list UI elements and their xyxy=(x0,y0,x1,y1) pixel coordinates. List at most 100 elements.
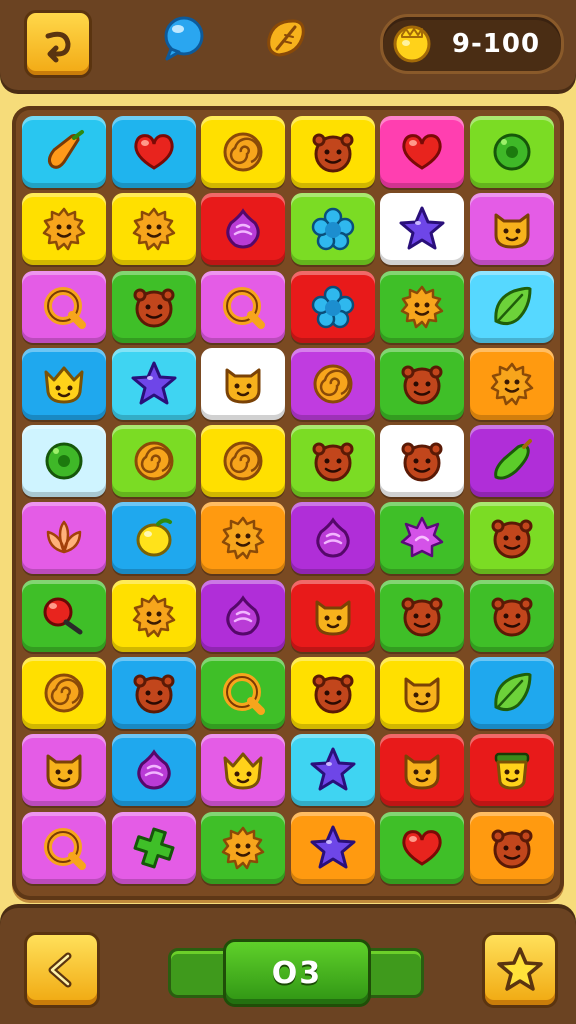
cat-face-icon xyxy=(404,754,440,790)
star-icon xyxy=(131,361,177,405)
leaf-button[interactable] xyxy=(262,14,310,62)
score-display: 9-100 xyxy=(380,14,564,74)
tile-r2-c1[interactable] xyxy=(22,193,106,266)
tile-r9-c2[interactable] xyxy=(111,734,196,807)
tile-r3-c2[interactable] xyxy=(111,270,196,343)
swirl-icon xyxy=(44,673,84,713)
cherry-icon xyxy=(43,597,83,635)
back-button[interactable] xyxy=(24,932,100,1008)
star-icon xyxy=(310,747,356,791)
tile-r2-c2[interactable] xyxy=(111,193,196,266)
tile-r1-c2[interactable] xyxy=(111,116,196,188)
tile-r9-c3[interactable] xyxy=(201,734,286,807)
monster-icon xyxy=(491,519,533,559)
tile-r8-c3[interactable] xyxy=(201,657,286,730)
tile-r10-c2[interactable] xyxy=(111,811,196,884)
leaf-icon xyxy=(267,19,305,57)
tile-r9-c1[interactable] xyxy=(22,734,106,807)
tile-r5-c2[interactable] xyxy=(111,425,196,498)
level-badge[interactable]: O3 xyxy=(223,939,371,1007)
tile-r7-c3[interactable] xyxy=(201,579,286,652)
sun-face-icon xyxy=(221,517,265,560)
tile-r1-c4[interactable] xyxy=(290,116,375,188)
tile-r10-c3[interactable] xyxy=(201,811,286,884)
heart-icon xyxy=(133,134,174,170)
tile-r3-c3[interactable] xyxy=(201,270,286,343)
tile-r5-c3[interactable] xyxy=(201,425,286,498)
tile-r8-c1[interactable] xyxy=(22,657,106,730)
tile-r4-c1[interactable] xyxy=(22,347,106,420)
tile-r5-c5[interactable] xyxy=(380,425,465,498)
tile-r7-c1[interactable] xyxy=(22,579,106,652)
monster-icon xyxy=(491,829,533,869)
tile-r8-c4[interactable] xyxy=(290,657,375,730)
tile-grid xyxy=(22,116,554,890)
tile-r8-c5[interactable] xyxy=(380,657,465,730)
tile-r4-c4[interactable] xyxy=(290,347,375,420)
tile-r6-c3[interactable] xyxy=(201,502,286,575)
tile-r3-c4[interactable] xyxy=(290,270,375,343)
tile-r6-c5[interactable] xyxy=(380,502,465,575)
tile-r10-c1[interactable] xyxy=(22,811,106,884)
tile-r7-c2[interactable] xyxy=(111,579,196,652)
tile-r4-c2[interactable] xyxy=(111,347,196,420)
carrot-icon xyxy=(47,130,84,169)
tile-r5-c6[interactable] xyxy=(469,425,554,498)
tile-r7-c4[interactable] xyxy=(290,579,375,652)
tile-r2-c5[interactable] xyxy=(380,193,465,266)
monster-icon xyxy=(401,365,443,405)
tile-r3-c1[interactable] xyxy=(22,270,106,343)
donut-icon xyxy=(493,133,531,171)
lemon-icon xyxy=(136,518,172,557)
tile-r8-c6[interactable] xyxy=(469,657,554,730)
monster-icon xyxy=(312,442,354,482)
tile-r4-c3[interactable] xyxy=(201,347,286,420)
tile-r1-c3[interactable] xyxy=(201,116,286,188)
crown-face-icon xyxy=(223,752,263,790)
tile-r2-c4[interactable] xyxy=(290,193,375,266)
monster-icon xyxy=(401,442,443,482)
tile-r4-c6[interactable] xyxy=(469,347,554,420)
menu-button[interactable] xyxy=(24,10,92,78)
tile-r6-c2[interactable] xyxy=(111,502,196,575)
tile-r8-c2[interactable] xyxy=(111,657,196,730)
onion-icon xyxy=(226,208,260,249)
tile-r7-c6[interactable] xyxy=(469,579,554,652)
tile-r1-c1[interactable] xyxy=(22,116,106,188)
tile-r4-c5[interactable] xyxy=(380,347,465,420)
tile-r7-c5[interactable] xyxy=(380,579,465,652)
tile-r1-c5[interactable] xyxy=(380,116,465,188)
heart-icon xyxy=(402,829,443,866)
onion-icon xyxy=(136,749,171,790)
sun-face-icon xyxy=(401,285,444,328)
level-number: O3 xyxy=(271,955,323,991)
tile-r5-c1[interactable] xyxy=(22,425,106,498)
tile-r10-c6[interactable] xyxy=(469,811,554,884)
sun-face-icon xyxy=(132,594,175,638)
sun-face-icon xyxy=(490,362,534,406)
tile-r3-c5[interactable] xyxy=(380,270,465,343)
tile-r9-c5[interactable] xyxy=(380,734,465,807)
star-button[interactable] xyxy=(482,932,558,1008)
bottom-bar: O3 xyxy=(0,908,576,1024)
ring-icon xyxy=(223,286,266,329)
cross-icon xyxy=(133,827,175,869)
tile-r2-c3[interactable] xyxy=(201,193,286,266)
star-icon xyxy=(399,206,445,250)
tile-r3-c6[interactable] xyxy=(469,270,554,343)
tile-r5-c4[interactable] xyxy=(290,425,375,498)
sun-face-icon xyxy=(42,208,86,251)
tile-r1-c6[interactable] xyxy=(469,116,554,188)
swirl-icon xyxy=(223,132,263,172)
tile-r9-c6[interactable] xyxy=(469,734,554,807)
bubble-button[interactable] xyxy=(160,14,208,62)
star-icon xyxy=(310,825,356,869)
tile-r9-c4[interactable] xyxy=(290,734,375,807)
tile-r2-c6[interactable] xyxy=(469,193,554,266)
tile-r6-c6[interactable] xyxy=(469,502,554,575)
tile-r6-c1[interactable] xyxy=(22,502,106,575)
tile-r6-c4[interactable] xyxy=(290,502,375,575)
tile-r10-c4[interactable] xyxy=(290,811,375,884)
chevron-left-icon xyxy=(48,952,72,988)
tile-r10-c5[interactable] xyxy=(380,811,465,884)
